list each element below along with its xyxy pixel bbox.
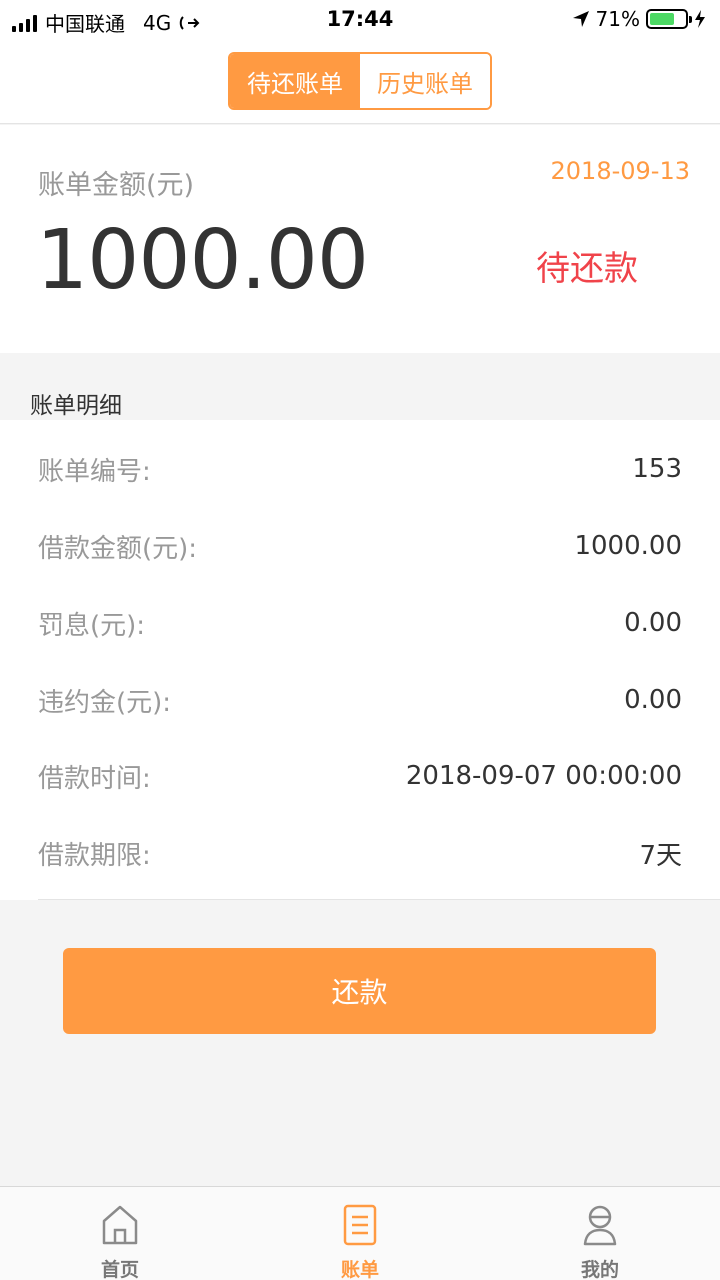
bill-type-switch: 待还账单 历史账单 (228, 52, 492, 110)
status-right: 71% (572, 7, 706, 31)
detail-row-loan-time: 借款时间: 2018-09-07 00:00:00 (38, 751, 682, 801)
detail-label: 账单编号: (38, 456, 151, 487)
bill-status-badge: 待还款 (536, 249, 638, 289)
detail-value: 153 (632, 454, 682, 484)
nav-header: 待还账单 历史账单 (0, 40, 720, 124)
detail-section-title: 账单明细 (30, 393, 122, 419)
detail-row-bill-number: 账单编号: 153 (38, 444, 682, 494)
detail-label: 借款金额(元): (38, 533, 198, 564)
bill-summary-card: 账单金额(元) 2018-09-13 1000.00 待还款 (0, 125, 720, 353)
detail-value: 1000.00 (574, 531, 682, 561)
divider (38, 899, 720, 900)
bill-amount: 1000.00 (36, 213, 369, 308)
status-bar: 中国联通 4G 17:44 71% (0, 0, 720, 40)
detail-label: 罚息(元): (38, 610, 146, 641)
detail-list: 账单编号: 153 借款金额(元): 1000.00 罚息(元): 0.00 违… (0, 420, 720, 900)
bill-date: 2018-09-13 (550, 157, 690, 185)
detail-row-penalty-interest: 罚息(元): 0.00 (38, 598, 682, 648)
detail-label: 借款时间: (38, 763, 151, 794)
detail-label: 违约金(元): (38, 687, 172, 718)
detail-value: 0.00 (624, 685, 682, 715)
detail-value: 7天 (639, 840, 682, 871)
battery-icon (646, 9, 692, 29)
home-icon (102, 1205, 138, 1245)
tab-home[interactable]: 首页 (0, 1187, 240, 1280)
tab-label: 首页 (100, 1259, 139, 1280)
detail-label: 借款期限: (38, 840, 151, 871)
detail-row-loan-amount: 借款金额(元): 1000.00 (38, 521, 682, 571)
tab-pending-bills[interactable]: 待还账单 (230, 54, 360, 108)
tab-label: 账单 (340, 1259, 379, 1280)
detail-row-loan-term: 借款期限: 7天 (38, 828, 682, 878)
tab-label: 我的 (580, 1259, 619, 1280)
location-arrow-icon (572, 11, 589, 27)
profile-icon (583, 1205, 617, 1246)
bill-amount-label: 账单金额(元) (38, 170, 195, 201)
tab-profile[interactable]: 我的 (480, 1187, 720, 1280)
tab-bills[interactable]: 账单 (240, 1187, 480, 1280)
detail-row-default-fee: 违约金(元): 0.00 (38, 675, 682, 725)
battery-percent: 71% (595, 7, 640, 31)
detail-value: 2018-09-07 00:00:00 (405, 761, 682, 791)
bill-icon (343, 1204, 377, 1246)
tab-history-bills[interactable]: 历史账单 (360, 54, 490, 108)
repay-button[interactable]: 还款 (63, 948, 656, 1034)
bottom-tab-bar: 首页 账单 我的 (0, 1186, 720, 1280)
detail-value: 0.00 (624, 608, 682, 638)
battery-level-fill (650, 13, 675, 25)
charging-bolt-icon (695, 10, 705, 28)
